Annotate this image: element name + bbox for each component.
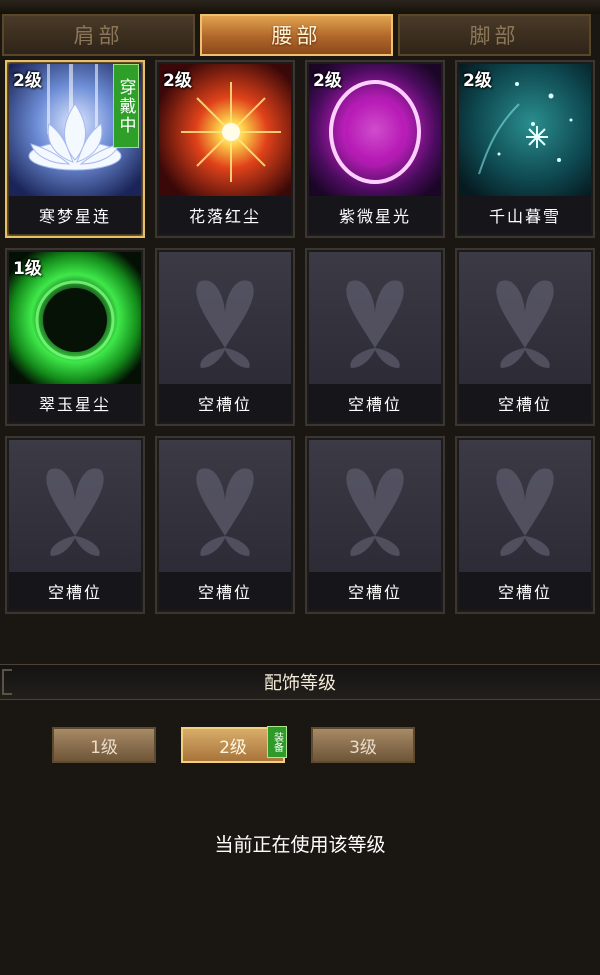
slot-name: 空槽位 — [309, 572, 441, 610]
butterfly-icon — [159, 252, 291, 384]
accessory-slot-5[interactable]: 1级 翠玉星尘 — [5, 248, 145, 426]
equipped-badge: 装备 — [267, 726, 287, 758]
status-text: 当前正在使用该等级 — [214, 834, 386, 856]
level-3-button[interactable]: 3级 — [311, 727, 415, 763]
slot-name: 紫微星光 — [309, 196, 441, 234]
slot-name: 空槽位 — [309, 384, 441, 422]
empty-slot[interactable]: 空槽位 — [5, 436, 145, 614]
section-header: 配饰等级 — [0, 664, 600, 700]
accessory-slot-2[interactable]: 2级 花落红尘 — [155, 60, 295, 238]
slot-name: 空槽位 — [159, 384, 291, 422]
level-tag: 2级 — [313, 71, 342, 91]
butterfly-icon — [309, 440, 441, 572]
level-tag: 2级 — [163, 71, 192, 91]
slot-name: 空槽位 — [459, 384, 591, 422]
slot-name: 空槽位 — [459, 572, 591, 610]
empty-slot[interactable]: 空槽位 — [155, 248, 295, 426]
slot-name: 空槽位 — [9, 572, 141, 610]
level-tag: 2级 — [13, 71, 42, 91]
tab-waist[interactable]: 腰部 — [200, 14, 393, 56]
tab-bar: 肩部 腰部 脚部 — [0, 12, 600, 58]
level-tag: 2级 — [463, 71, 492, 91]
butterfly-icon — [309, 252, 441, 384]
empty-slot[interactable]: 空槽位 — [455, 436, 595, 614]
slot-name: 千山暮雪 — [459, 196, 591, 234]
empty-slot[interactable]: 空槽位 — [155, 436, 295, 614]
accessory-slot-3[interactable]: 2级 紫微星光 — [305, 60, 445, 238]
tab-shoulder[interactable]: 肩部 — [2, 14, 195, 56]
empty-slot[interactable]: 空槽位 — [305, 436, 445, 614]
slot-name: 寒梦星连 — [9, 196, 141, 234]
butterfly-icon — [459, 252, 591, 384]
empty-slot[interactable]: 空槽位 — [455, 248, 595, 426]
accessory-slot-4[interactable]: 2级 千山暮雪 — [455, 60, 595, 238]
tab-feet[interactable]: 脚部 — [398, 14, 591, 56]
accessory-slot-1[interactable]: 2级 穿戴中 寒梦星连 — [5, 60, 145, 238]
wearing-badge: 穿戴中 — [113, 64, 139, 148]
slot-name: 花落红尘 — [159, 196, 291, 234]
level-1-button[interactable]: 1级 — [52, 727, 156, 763]
butterfly-icon — [9, 440, 141, 572]
slot-name: 翠玉星尘 — [9, 384, 141, 422]
butterfly-icon — [459, 440, 591, 572]
butterfly-icon — [159, 440, 291, 572]
slot-name: 空槽位 — [159, 572, 291, 610]
empty-slot[interactable]: 空槽位 — [305, 248, 445, 426]
level-tag: 1级 — [13, 259, 42, 279]
section-title: 配饰等级 — [264, 673, 336, 694]
